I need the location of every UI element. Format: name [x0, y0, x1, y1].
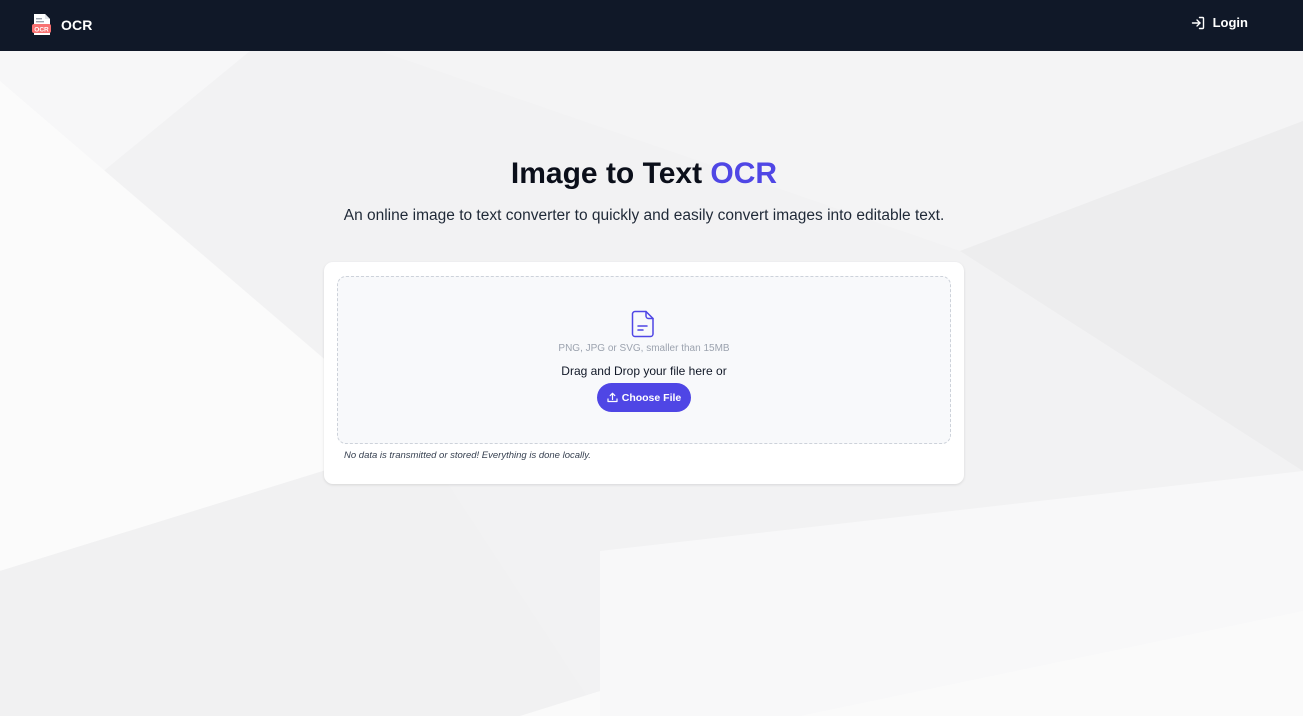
login-label: Login — [1212, 15, 1248, 30]
file-requirements: PNG, JPG or SVG, smaller than 15MB — [558, 343, 730, 354]
choose-file-label: Choose File — [621, 391, 682, 404]
logo-badge-text: OCR — [34, 26, 49, 33]
privacy-note: No data is transmitted or stored! Everyt… — [344, 450, 591, 461]
page-subtitle: An online image to text converter to qui… — [343, 207, 945, 224]
navbar: OCR OCR Login — [0, 0, 1303, 51]
page-title: Image to Text OCR — [0, 154, 1288, 194]
hero: Image to Text OCR An online image to tex… — [0, 154, 1288, 227]
choose-file-button[interactable]: Choose File — [597, 383, 691, 412]
upload-icon — [607, 392, 618, 403]
login-button[interactable]: Login — [1191, 15, 1248, 30]
ocr-logo-icon: OCR — [32, 13, 52, 37]
title-main: Image to Text — [510, 157, 703, 190]
login-arrow-icon — [1191, 16, 1204, 29]
file-dropzone[interactable]: PNG, JPG or SVG, smaller than 15MB Drag … — [337, 276, 951, 444]
brand-name: OCR — [61, 17, 93, 33]
file-text-icon — [631, 310, 654, 338]
title-accent: OCR — [710, 157, 778, 190]
drag-drop-text: Drag and Drop your file here or — [561, 364, 727, 378]
upload-card: PNG, JPG or SVG, smaller than 15MB Drag … — [324, 262, 964, 484]
brand[interactable]: OCR OCR — [32, 12, 92, 38]
